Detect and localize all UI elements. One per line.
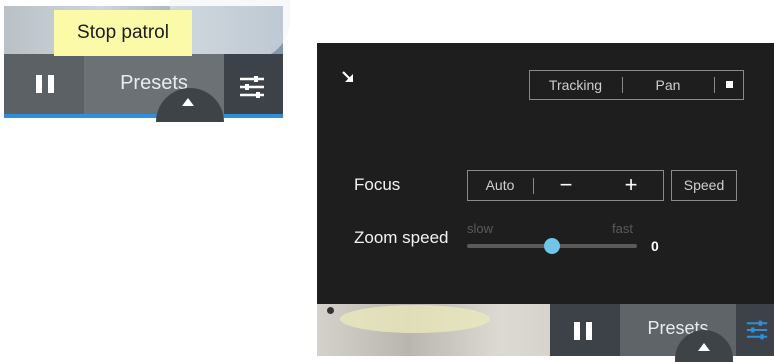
- collapse-arrow-icon[interactable]: [341, 70, 355, 84]
- settings-sliders-icon[interactable]: [239, 76, 265, 98]
- stop-button[interactable]: [715, 70, 744, 100]
- focus-minus-button[interactable]: −: [534, 170, 598, 201]
- chevron-up-icon[interactable]: [182, 98, 194, 106]
- stop-icon: [726, 81, 733, 88]
- stop-patrol-tooltip: Stop patrol: [54, 10, 192, 56]
- focus-label: Focus: [354, 175, 401, 194]
- chevron-up-icon[interactable]: [698, 343, 710, 351]
- pause-icon[interactable]: [36, 75, 56, 93]
- focus-auto-button[interactable]: Auto: [467, 170, 533, 201]
- zoom-speed-label: Zoom speed: [354, 228, 449, 247]
- zoom-speed-slider-handle[interactable]: [544, 238, 560, 254]
- tracking-button[interactable]: Tracking: [529, 70, 622, 100]
- zoom-speed-value: 0: [651, 238, 659, 254]
- pan-button[interactable]: Pan: [623, 70, 713, 100]
- focus-plus-button[interactable]: +: [598, 170, 664, 201]
- settings-sliders-icon[interactable]: [746, 320, 768, 340]
- pause-icon[interactable]: [574, 322, 594, 340]
- video-object: [327, 307, 334, 314]
- left-accent-line: [4, 114, 283, 118]
- video-object: [340, 305, 490, 333]
- slider-slow-label: slow: [467, 221, 494, 236]
- slider-fast-label: fast: [612, 221, 633, 236]
- focus-speed-button[interactable]: Speed: [671, 170, 737, 201]
